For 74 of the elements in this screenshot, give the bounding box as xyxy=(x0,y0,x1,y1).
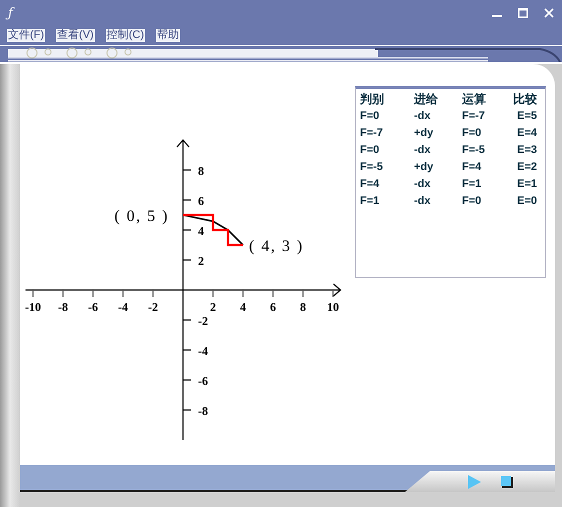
table-cell-text: E=5 xyxy=(516,109,538,124)
column-header: 判别 xyxy=(360,91,385,108)
tick-label: -4 xyxy=(118,300,128,314)
tick-mark xyxy=(183,229,191,231)
tick-label: 8 xyxy=(300,300,306,314)
tick-mark xyxy=(242,290,244,297)
table-cell-text: F=-5 xyxy=(461,143,486,158)
table-cell-text: F=0 xyxy=(360,143,380,158)
tick-label: 8 xyxy=(198,164,204,178)
tick-mark xyxy=(183,409,191,411)
tick-mark xyxy=(32,290,34,297)
column-header: 比较 xyxy=(512,91,538,108)
tick-mark xyxy=(183,319,191,321)
tick-label: -8 xyxy=(58,300,68,314)
table-cell-text: E=0 xyxy=(516,194,538,209)
table-cell-text: F=-7 xyxy=(360,126,384,141)
tick-mark xyxy=(92,290,94,297)
tick-label: 2 xyxy=(210,300,216,314)
maximize-icon[interactable] xyxy=(518,8,528,18)
table-cell-text: E=1 xyxy=(516,177,538,192)
table-cell-text: -dx xyxy=(413,177,432,192)
tick-mark xyxy=(62,290,64,297)
tick-label: 10 xyxy=(327,300,339,314)
table-cell-text: F=1 xyxy=(360,194,380,209)
menu-item[interactable]: 查看(V) xyxy=(56,28,95,42)
tick-mark xyxy=(183,379,191,381)
menu-item[interactable]: 控制(C) xyxy=(106,28,145,42)
table-cell-text: -dx xyxy=(413,194,432,209)
tick-mark xyxy=(183,199,191,201)
table-cell-text: F=0 xyxy=(360,109,380,124)
table-cell-text: E=2 xyxy=(516,160,538,175)
table-cell-text: F=-5 xyxy=(360,160,384,175)
tick-mark xyxy=(272,290,274,297)
table-cell-text: F=-7 xyxy=(461,109,486,124)
table-cell-text: F=0 xyxy=(461,194,482,209)
table-cell-text: -dx xyxy=(413,143,432,158)
tick-mark xyxy=(302,290,304,297)
tick-mark xyxy=(212,290,214,297)
stop-button[interactable] xyxy=(501,476,513,488)
tick-mark xyxy=(183,259,191,261)
tick-mark xyxy=(122,290,124,297)
tick-label: -10 xyxy=(25,300,41,314)
table-cell-text: +dy xyxy=(413,126,434,141)
table-cell-text: E=3 xyxy=(516,143,538,158)
tick-label: 6 xyxy=(198,194,204,208)
point-label: ( 0, 5 ) xyxy=(114,208,169,225)
tick-label: 2 xyxy=(198,254,204,268)
tick-label: -4 xyxy=(198,344,208,358)
tick-mark xyxy=(183,169,191,171)
table-cell-text: F=4 xyxy=(360,177,380,192)
tick-label: 6 xyxy=(270,300,276,314)
table-cell-text: F=1 xyxy=(461,177,482,192)
tick-label: -2 xyxy=(148,300,158,314)
table-cell-text: F=0 xyxy=(461,126,482,141)
column-header: 运算 xyxy=(461,91,487,108)
table-cell-text: E=4 xyxy=(516,126,538,141)
tick-label: 4 xyxy=(240,300,246,314)
tick-mark xyxy=(332,290,334,297)
point-label: ( 4, 3 ) xyxy=(249,238,304,255)
column-header: 进给 xyxy=(412,91,439,108)
table-cell-text: F=4 xyxy=(461,160,482,175)
tick-label: -8 xyxy=(198,404,208,418)
table-cell-text: -dx xyxy=(413,109,432,124)
tick-mark xyxy=(152,290,154,297)
menu-item[interactable]: 文件(F) xyxy=(7,28,46,42)
table-cell-text: +dy xyxy=(413,160,434,175)
tick-label: -6 xyxy=(88,300,98,314)
menu-item[interactable]: 帮助 xyxy=(156,28,180,42)
tick-mark xyxy=(183,349,191,351)
close-icon[interactable] xyxy=(544,8,554,18)
app-icon: ƒ xyxy=(8,6,13,20)
tick-label: -2 xyxy=(198,314,208,328)
tick-label: 4 xyxy=(198,224,204,238)
tick-label: -6 xyxy=(198,374,208,388)
